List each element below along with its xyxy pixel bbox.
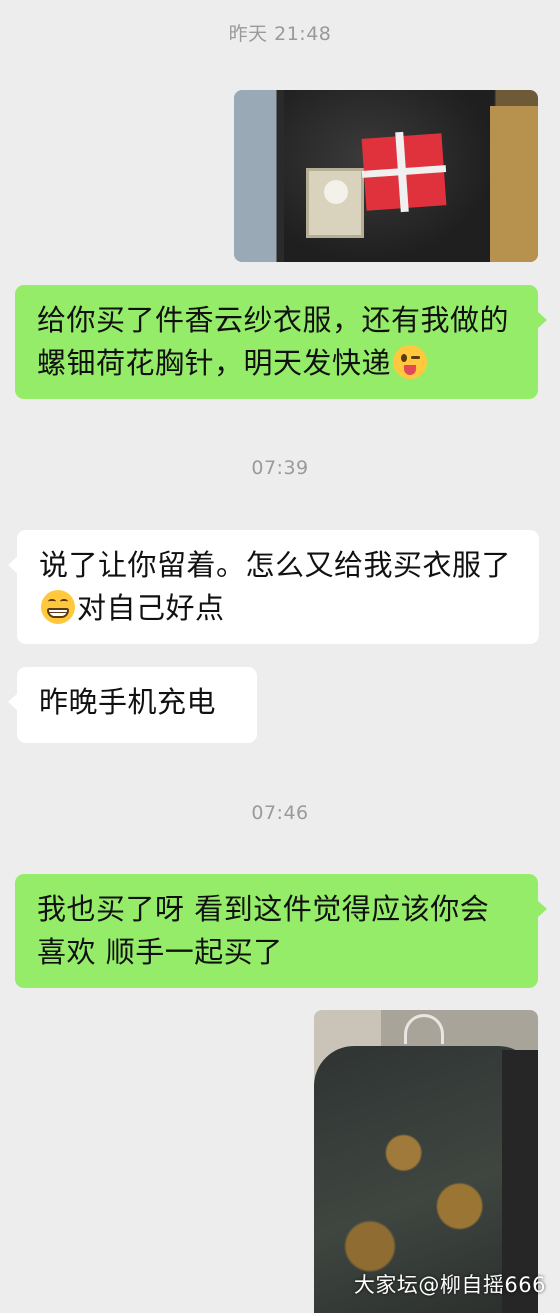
image-message-blouse[interactable] [314, 1010, 538, 1313]
photo-lotus-brooch [324, 180, 348, 204]
timestamp: 07:46 [251, 802, 309, 824]
timestamp: 昨天 21:48 [228, 23, 332, 45]
grinning-emoji-icon [41, 590, 75, 624]
timestamp: 07:39 [251, 457, 309, 479]
message-text: 昨晚手机充电 [39, 685, 217, 719]
message-bubble-incoming[interactable]: 说了让你留着。怎么又给我买衣服了对自己好点 [8, 530, 539, 644]
message-text: 我也买了呀 看到这件觉得应该你会喜欢 顺手一起买了 [37, 892, 490, 969]
message-bubble-outgoing[interactable]: 给你买了件香云纱衣服，还有我做的螺钿荷花胸针，明天发快递 [15, 285, 547, 399]
image-message-gift[interactable] [234, 90, 538, 262]
message-text: 给你买了件香云纱衣服，还有我做的螺钿荷花胸针，明天发快递 [37, 303, 510, 380]
message-text: 对自己好点 [77, 591, 225, 625]
message-bubble-outgoing[interactable]: 我也买了呀 看到这件觉得应该你会喜欢 顺手一起买了 [15, 874, 547, 988]
message-text: 说了让你留着。怎么又给我买衣服了 [39, 548, 512, 582]
photo-hanger [404, 1014, 444, 1044]
watermark: 大家坛@柳自摇666 [353, 1273, 546, 1297]
photo-carton [490, 106, 538, 262]
winking-tongue-emoji-icon [393, 345, 428, 379]
message-bubble-incoming[interactable]: 昨晚手机充电 [8, 667, 257, 743]
